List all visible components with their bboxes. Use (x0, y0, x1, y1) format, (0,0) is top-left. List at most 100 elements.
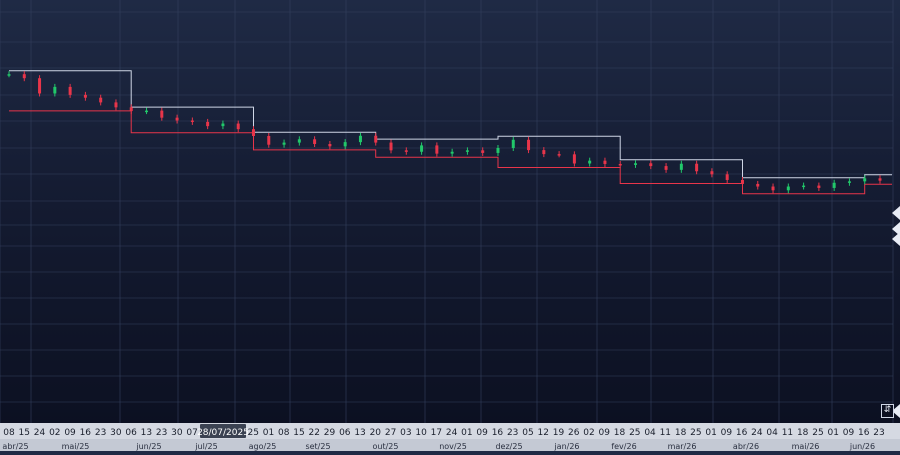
x-tick-month: fev/26 (611, 442, 636, 451)
x-tick-day: 10 (415, 428, 427, 438)
candle-body (832, 182, 836, 188)
x-tick-day: 11 (660, 428, 671, 438)
x-tick-day: 09 (721, 428, 733, 438)
crosshair-date-label: 28/07/2025 (197, 428, 249, 438)
x-tick-day: 01 (263, 428, 274, 438)
x-tick-month: set/25 (305, 442, 330, 451)
candle-body (7, 74, 11, 76)
candle-body (634, 163, 638, 165)
x-tick-day: 09 (476, 428, 488, 438)
candle-body (725, 174, 729, 180)
zoom-reset-icon[interactable]: ⇵ (881, 404, 894, 418)
x-tick-day: 01 (705, 428, 716, 438)
candle-body (358, 135, 362, 143)
x-tick-day: 25 (690, 428, 701, 438)
candle-body (710, 171, 714, 175)
x-tick-day: 30 (171, 428, 183, 438)
x-tick-month: abr/25 (2, 442, 28, 451)
x-tick-day: 16 (80, 428, 92, 438)
x-tick-day: 29 (324, 428, 336, 438)
x-tick-day: 30 (110, 428, 122, 438)
x-tick-day: 24 (751, 428, 763, 438)
candle-body (404, 150, 408, 152)
candle-body (236, 123, 240, 130)
x-tick-month: mai/26 (792, 442, 820, 451)
x-tick-day: 17 (431, 428, 442, 438)
candle-body (313, 139, 317, 144)
x-tick-day: 13 (354, 428, 365, 438)
candle-body (542, 150, 546, 155)
x-tick-day: 25 (247, 428, 258, 438)
candle-body (343, 142, 347, 147)
x-tick-day: 05 (522, 428, 533, 438)
x-tick-day: 09 (64, 428, 76, 438)
price-chart[interactable]: 0815240209162330061323300714111825010815… (0, 0, 900, 451)
candle-body (435, 145, 439, 154)
x-tick-day: 18 (675, 428, 687, 438)
x-tick-day: 01 (461, 428, 472, 438)
x-tick-day: 06 (339, 428, 351, 438)
x-tick-month: dez/25 (495, 442, 522, 451)
x-tick-day: 15 (19, 428, 30, 438)
chart-canvas[interactable]: 0815240209162330061323300714111825010815… (0, 0, 900, 451)
candle-body (450, 151, 454, 154)
candle-body (68, 86, 72, 95)
candle-body (679, 163, 683, 170)
x-tick-day: 01 (827, 428, 838, 438)
x-tick-day: 18 (614, 428, 626, 438)
x-tick-day: 02 (583, 428, 594, 438)
x-tick-month: mai/25 (62, 442, 90, 451)
x-tick-day: 23 (95, 428, 106, 438)
x-tick-day: 03 (400, 428, 411, 438)
x-tick-month: jun/26 (849, 442, 875, 451)
x-tick-day: 25 (629, 428, 640, 438)
candle-body (756, 183, 760, 187)
candle-body (22, 74, 26, 79)
candle-body (481, 150, 485, 153)
x-tick-day: 08 (278, 428, 290, 438)
candle-body (175, 117, 179, 121)
x-tick-day: 11 (782, 428, 793, 438)
candle-body (145, 110, 149, 113)
lower-channel-line (9, 110, 892, 195)
last-price-marker-icon (892, 206, 900, 220)
candle-body (83, 94, 87, 98)
candle-body (251, 129, 255, 137)
x-tick-month: jan/26 (553, 442, 579, 451)
candle-body (99, 97, 103, 103)
x-tick-day: 26 (568, 428, 580, 438)
candle-body (740, 179, 744, 184)
x-tick-month: jun/25 (135, 442, 161, 451)
candle-body (114, 102, 118, 108)
x-tick-day: 23 (156, 428, 167, 438)
candle-body (511, 139, 515, 148)
candle-body (771, 186, 775, 191)
x-tick-day: 22 (309, 428, 320, 438)
x-tick-month: out/25 (373, 442, 399, 451)
x-tick-day: 24 (34, 428, 46, 438)
x-tick-day: 16 (492, 428, 504, 438)
candle-body (695, 163, 699, 172)
candle-body (282, 142, 286, 145)
upper-channel-line (9, 70, 892, 179)
x-tick-day: 24 (446, 428, 458, 438)
candle-body (38, 78, 42, 94)
x-tick-day: 16 (736, 428, 748, 438)
candle-body (572, 154, 576, 164)
lower-band-marker-icon (892, 232, 900, 246)
candle-body (206, 121, 210, 127)
x-tick-month: ago/25 (249, 442, 277, 451)
candle-body (847, 181, 851, 183)
candle-body (328, 143, 332, 147)
x-tick-day: 06 (125, 428, 137, 438)
x-tick-month: nov/25 (439, 442, 467, 451)
candle-body (389, 142, 393, 151)
x-tick-day: 04 (644, 428, 656, 438)
candle-body (664, 166, 668, 170)
candle-body (786, 186, 790, 191)
x-tick-day: 23 (507, 428, 518, 438)
candle-body (53, 86, 57, 94)
x-tick-day: 02 (49, 428, 60, 438)
candle-body (129, 107, 133, 112)
candle-body (802, 185, 806, 188)
